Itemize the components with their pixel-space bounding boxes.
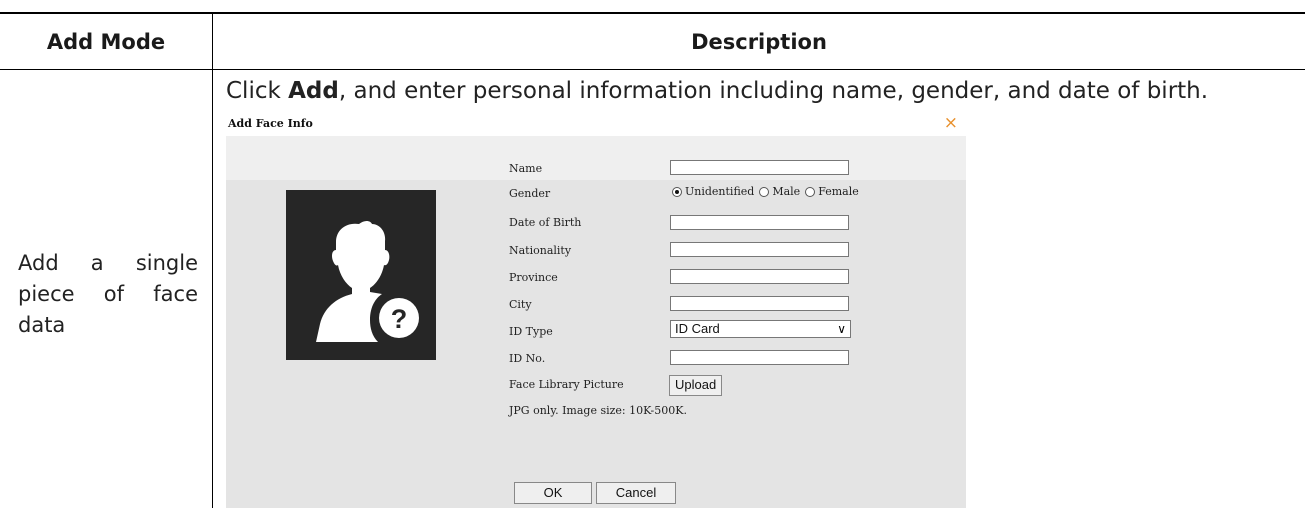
column-header-description: Description xyxy=(691,29,827,54)
intro-prefix: Click xyxy=(226,78,289,104)
intro-bold-add: Add xyxy=(288,78,339,104)
upload-button[interactable]: Upload xyxy=(669,375,723,396)
label-gender: Gender xyxy=(509,187,551,200)
table-header-rule xyxy=(0,69,1305,70)
dialog-header-band xyxy=(226,136,966,180)
label-name: Name xyxy=(509,162,543,175)
city-input[interactable] xyxy=(670,296,849,311)
dialog-titlebar: Add Face Info × xyxy=(226,112,966,136)
radio-female[interactable] xyxy=(805,186,816,197)
svg-text:?: ? xyxy=(391,304,408,334)
province-input[interactable] xyxy=(670,269,849,284)
description-intro: Click Add, and enter personal informatio… xyxy=(226,78,1208,104)
row-add-mode-text: Add a single piece of face data xyxy=(18,251,198,337)
gender-radio-group: Unidentified Male Female xyxy=(670,185,859,198)
radio-male[interactable] xyxy=(759,186,770,197)
column-header-add-mode: Add Mode xyxy=(46,29,166,54)
nationality-input[interactable] xyxy=(670,242,849,257)
date-of-birth-input[interactable] xyxy=(670,215,849,230)
label-id-type: ID Type xyxy=(509,325,553,338)
cancel-button[interactable]: Cancel xyxy=(596,482,676,504)
add-face-info-dialog: Add Face Info × ? Name Gender Unidentifi… xyxy=(226,112,966,508)
ok-button[interactable]: OK xyxy=(514,482,592,504)
upload-hint: JPG only. Image size: 10K-500K. xyxy=(509,404,687,417)
label-nationality: Nationality xyxy=(509,244,572,257)
radio-label-unidentified: Unidentified xyxy=(685,185,755,198)
label-date-of-birth: Date of Birth xyxy=(509,216,582,229)
id-type-value: ID Card xyxy=(675,321,720,336)
dialog-title: Add Face Info xyxy=(228,117,313,130)
chevron-down-icon: ∨ xyxy=(837,322,846,336)
radio-label-female: Female xyxy=(818,185,859,198)
id-type-select[interactable]: ID Card ∨ xyxy=(670,320,851,338)
label-city: City xyxy=(509,298,532,311)
intro-suffix: , and enter personal information includi… xyxy=(338,78,1209,104)
unknown-person-icon: ? xyxy=(286,190,436,360)
label-id-no: ID No. xyxy=(509,352,546,365)
id-no-input[interactable] xyxy=(670,350,849,365)
radio-label-male: Male xyxy=(772,185,801,198)
label-face-library-picture: Face Library Picture xyxy=(509,378,624,391)
name-input[interactable] xyxy=(670,160,849,175)
table-column-divider xyxy=(212,70,213,508)
label-province: Province xyxy=(509,271,558,284)
close-icon[interactable]: × xyxy=(944,113,958,133)
radio-unidentified[interactable] xyxy=(672,186,682,197)
